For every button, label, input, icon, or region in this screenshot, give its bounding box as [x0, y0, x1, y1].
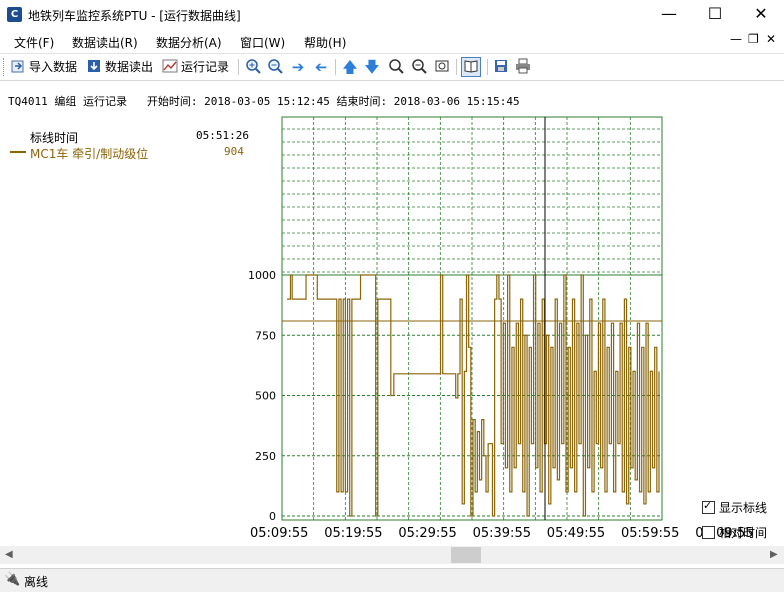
relative-time-label: 相对时间 [719, 526, 768, 540]
relative-time-checkbox[interactable]: 相对时间 [702, 524, 767, 541]
scroll-left-icon[interactable]: ◀ [5, 546, 13, 564]
x-tick-label: 05:09:55 [250, 526, 308, 541]
y-tick-label: 0 [269, 510, 276, 523]
status-bar: 🔌 离线 [0, 568, 784, 592]
scroll-thumb[interactable] [451, 547, 481, 563]
horizontal-scrollbar[interactable]: ◀ ▶ [0, 546, 784, 564]
y-tick-label: 500 [255, 390, 276, 403]
x-tick-label: 05:59:55 [621, 526, 679, 541]
x-tick-label: 05:29:55 [398, 526, 456, 541]
status-text: 离线 [24, 575, 49, 589]
x-tick-label: 05:39:55 [473, 526, 531, 541]
x-tick-label: 05:49:55 [547, 526, 605, 541]
scroll-right-icon[interactable]: ▶ [770, 546, 778, 564]
y-tick-label: 750 [255, 329, 276, 342]
show-marker-label: 显示标线 [719, 501, 768, 515]
y-tick-label: 250 [255, 450, 276, 463]
y-tick-label: 1000 [248, 269, 276, 282]
run-data-chart[interactable]: 0 250 500 750 1000 05:09:55 05:19:55 05:29:55 05… [0, 0, 784, 546]
checkbox-unchecked-icon [702, 526, 715, 539]
show-marker-checkbox[interactable]: 显示标线 [702, 499, 767, 516]
checkbox-checked-icon [702, 499, 715, 514]
x-tick-label: 05:19:55 [324, 526, 382, 541]
offline-icon: 🔌 [4, 572, 21, 587]
